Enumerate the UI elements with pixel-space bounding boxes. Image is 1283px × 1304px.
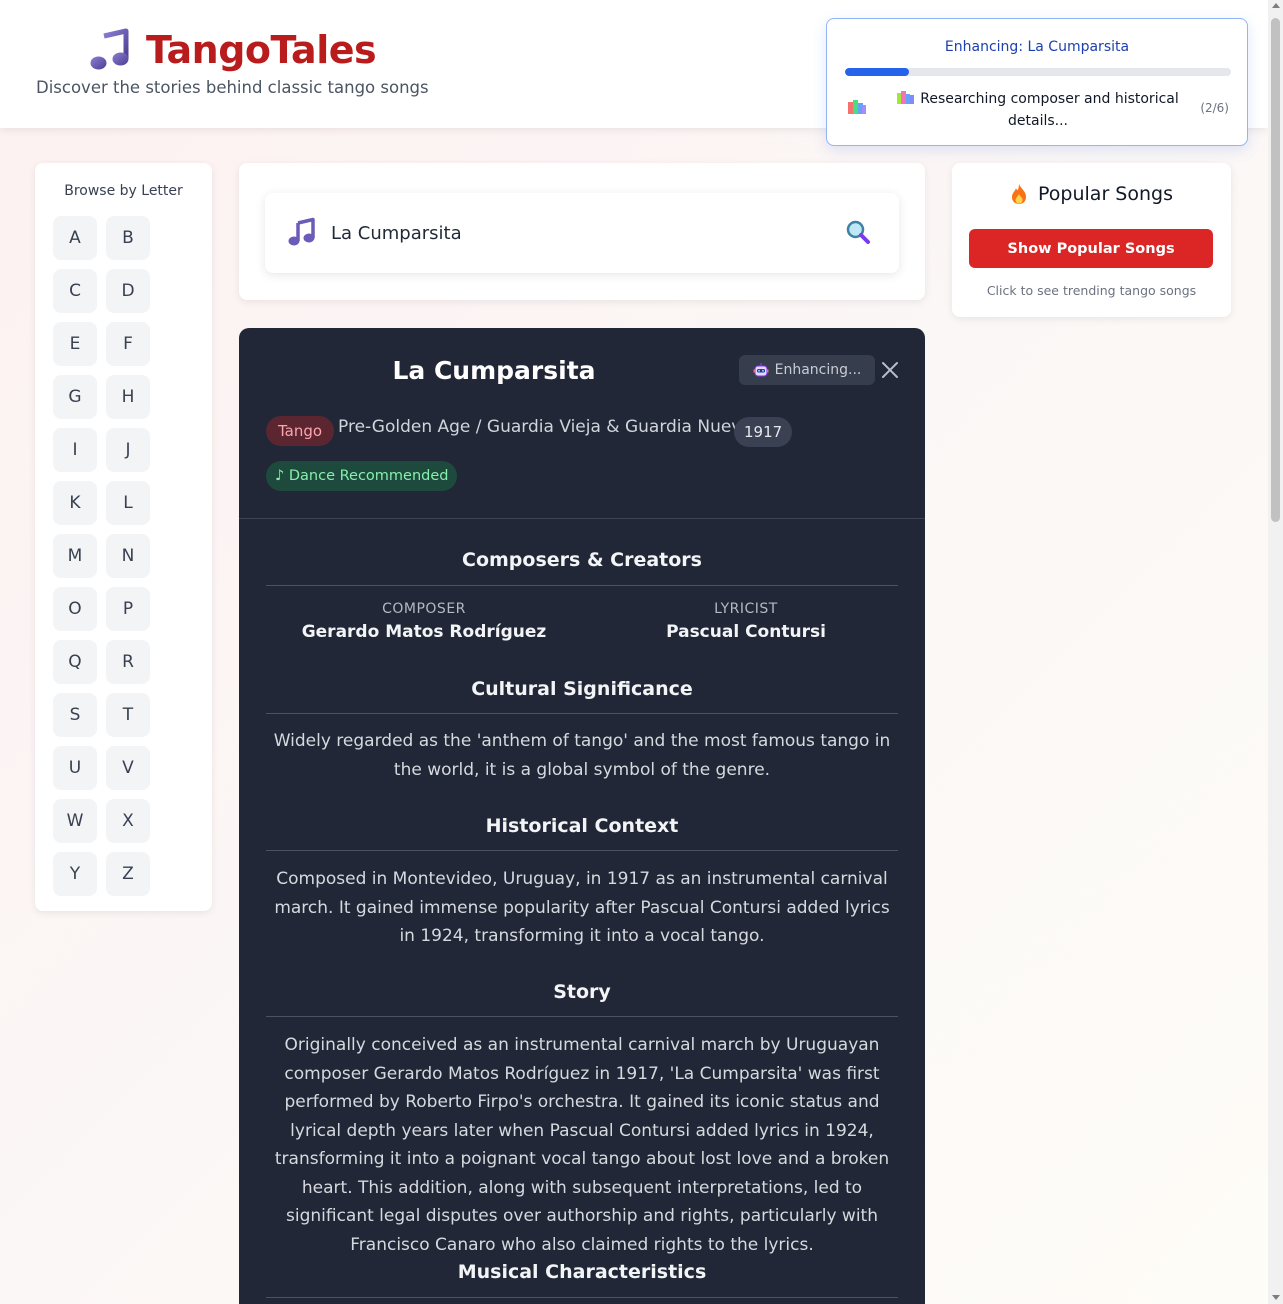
scroll-down-arrow[interactable] (1272, 1295, 1280, 1300)
section-divider (266, 585, 898, 586)
section-divider (266, 1297, 898, 1298)
lyricist-name: Pascual Contursi (666, 622, 826, 642)
letter-button-t[interactable]: T (106, 693, 150, 737)
toast-title: Enhancing: La Cumparsita (944, 39, 1130, 55)
song-header: La Cumparsita Enhancing... Tango Pre-Gol… (239, 328, 925, 519)
letter-button-h[interactable]: H (106, 375, 150, 419)
letter-button-y[interactable]: Y (53, 852, 97, 896)
letter-button-k[interactable]: K (53, 481, 97, 525)
section-divider (266, 1016, 898, 1017)
letter-button-a[interactable]: A (53, 216, 97, 260)
show-popular-songs-button[interactable]: Show Popular Songs (969, 229, 1213, 268)
cultural-title: Cultural Significance (471, 678, 693, 700)
historical-text: Composed in Montevideo, Uruguay, in 1917… (274, 869, 890, 946)
browse-by-letter: Browse by Letter ABCDEFGHIJKLMNOPQRSTUVW… (35, 163, 212, 911)
letter-button-n[interactable]: N (106, 534, 150, 578)
year-badge: 1917 (734, 417, 793, 447)
letter-button-r[interactable]: R (106, 640, 150, 684)
letter-button-i[interactable]: I (53, 428, 97, 472)
lyricist-role: LYRICIST (714, 601, 778, 617)
popular-songs-card: Popular Songs Show Popular Songs Click t… (952, 163, 1231, 317)
composer-block: COMPOSER Gerardo Matos Rodríguez (266, 601, 582, 642)
genre-tag: Tango (266, 416, 335, 446)
popular-title: Popular Songs (952, 183, 1231, 205)
letter-button-c[interactable]: C (53, 269, 97, 313)
letter-button-p[interactable]: P (106, 587, 150, 631)
brand[interactable]: TangoTales (88, 28, 377, 72)
letter-button-l[interactable]: L (106, 481, 150, 525)
story-title: Story (553, 981, 611, 1003)
close-icon[interactable] (881, 361, 899, 379)
song-title: La Cumparsita (392, 356, 596, 385)
popular-title-text: Popular Songs (1038, 183, 1173, 205)
letter-button-d[interactable]: D (106, 269, 150, 313)
composer-name: Gerardo Matos Rodríguez (301, 622, 547, 642)
search-box (265, 193, 899, 273)
search-input[interactable] (331, 217, 811, 249)
letter-button-s[interactable]: S (53, 693, 97, 737)
letter-button-f[interactable]: F (106, 322, 150, 366)
music-note-icon (288, 217, 315, 246)
enhancing-toast: Enhancing: La Cumparsita Researching com… (826, 18, 1248, 146)
letter-button-v[interactable]: V (106, 746, 150, 790)
composer-role: COMPOSER (382, 601, 466, 617)
magnifier-icon[interactable] (845, 219, 871, 245)
letter-button-g[interactable]: G (53, 375, 97, 419)
robot-icon (753, 363, 769, 377)
letter-button-j[interactable]: J (106, 428, 150, 472)
letter-button-b[interactable]: B (106, 216, 150, 260)
section-divider (266, 850, 898, 851)
letter-button-o[interactable]: O (53, 587, 97, 631)
books-icon (848, 100, 866, 114)
letter-button-q[interactable]: Q (53, 640, 97, 684)
search-card (239, 163, 925, 300)
books-icon (897, 91, 915, 104)
toast-message-text: Researching composer and historical deta… (920, 91, 1179, 129)
letter-button-w[interactable]: W (53, 799, 97, 843)
section-divider (266, 713, 898, 714)
cultural-text: Widely regarded as the 'anthem of tango'… (273, 731, 891, 780)
enhancing-badge[interactable]: Enhancing... (739, 355, 875, 385)
letter-button-u[interactable]: U (53, 746, 97, 790)
historical-title: Historical Context (485, 815, 679, 837)
scroll-up-arrow[interactable] (1272, 3, 1280, 8)
letter-button-x[interactable]: X (106, 799, 150, 843)
letters-title: Browse by Letter (64, 183, 183, 199)
tagline: Discover the stories behind classic tang… (36, 78, 429, 97)
toast-step: (2/6) (1200, 101, 1229, 115)
popular-hint: Click to see trending tango songs (986, 283, 1197, 298)
composers-title: Composers & Creators (462, 549, 702, 571)
music-note-icon (90, 28, 129, 70)
toast-message: Researching composer and historical deta… (893, 88, 1183, 132)
letter-button-e[interactable]: E (53, 322, 97, 366)
letter-grid: ABCDEFGHIJKLMNOPQRSTUVWXYZ (53, 216, 150, 896)
dance-recommended-tag: ♪ Dance Recommended (266, 461, 458, 491)
page-scrollbar[interactable] (1268, 0, 1283, 1304)
enhancing-label: Enhancing... (774, 362, 862, 378)
era-label: Pre-Golden Age / Guardia Vieja & Guardia… (338, 417, 752, 437)
scroll-thumb[interactable] (1271, 18, 1280, 522)
letter-button-m[interactable]: M (53, 534, 97, 578)
lyricist-block: LYRICIST Pascual Contursi (588, 601, 904, 642)
progress-fill (845, 68, 910, 76)
app-title: TangoTales (146, 28, 377, 72)
letter-button-z[interactable]: Z (106, 852, 150, 896)
song-detail-card: La Cumparsita Enhancing... Tango Pre-Gol… (239, 328, 925, 1304)
progress-bar (845, 68, 1231, 76)
story-text: Originally conceived as an instrumental … (274, 1035, 890, 1255)
musical-title: Musical Characteristics (457, 1261, 707, 1283)
fire-icon (1012, 184, 1027, 204)
